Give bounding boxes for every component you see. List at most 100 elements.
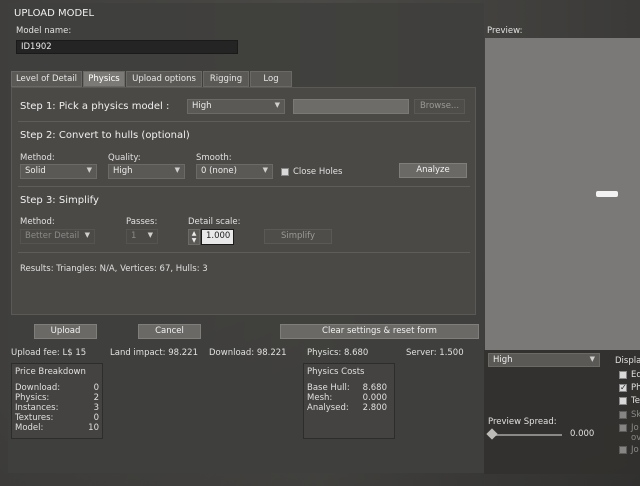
display-option-label: Jo	[631, 445, 639, 455]
preview-spread-label: Preview Spread:	[488, 417, 557, 427]
row-label: Instances:	[15, 403, 59, 413]
preview-label: Preview:	[487, 26, 523, 36]
chevron-down-icon: ▼	[274, 101, 280, 109]
physics-file-path	[293, 99, 409, 114]
upload-button[interactable]: Upload	[34, 324, 97, 339]
physics-model-dropdown[interactable]: High ▼	[187, 99, 285, 114]
model-name-input[interactable]: ID1902	[16, 40, 238, 54]
cancel-button[interactable]: Cancel	[138, 324, 201, 339]
land-impact: Land impact: 98.221	[110, 348, 198, 358]
physics-model-value: High	[192, 101, 212, 111]
row-label: Base Hull:	[307, 383, 350, 393]
display-joint-overrides-checkbox[interactable]	[619, 446, 627, 454]
physics-panel: Step 1: Pick a physics model : High ▼ Br…	[11, 87, 476, 315]
display-textures-checkbox[interactable]	[619, 397, 627, 405]
step2-title: Step 2: Convert to hulls (optional)	[20, 130, 190, 141]
row-value: 3	[93, 403, 99, 413]
row-value: 0	[93, 383, 99, 393]
row-value: 8.680	[362, 383, 387, 393]
server-cost: Server: 1.500	[406, 348, 464, 358]
display-physics-checkbox[interactable]	[619, 383, 627, 392]
row-label: Model:	[15, 423, 44, 433]
list-item: Textures: 0	[15, 413, 99, 423]
row-value: 10	[88, 423, 99, 433]
physics-cost: Physics: 8.680	[307, 348, 369, 358]
list-item: Physics: 2	[15, 393, 99, 403]
method-dropdown[interactable]: Solid ▼	[20, 164, 97, 179]
chevron-down-icon: ▼	[589, 355, 595, 363]
detail-scale-input[interactable]: 1.000	[201, 229, 234, 245]
method-label: Method:	[20, 153, 55, 163]
tab-log[interactable]: Log	[250, 71, 292, 87]
list-item: Model: 10	[15, 423, 99, 433]
list-item: Base Hull: 8.680	[307, 383, 387, 393]
step3-title: Step 3: Simplify	[20, 195, 99, 206]
display-option-label: Te	[631, 396, 640, 406]
row-label: Mesh:	[307, 393, 333, 403]
smooth-value: 0 (none)	[201, 166, 237, 176]
price-breakdown-title: Price Breakdown	[15, 367, 86, 377]
close-holes-checkbox[interactable]	[281, 168, 289, 176]
smooth-dropdown[interactable]: 0 (none) ▼	[196, 164, 273, 179]
download-cost: Download: 98.221	[209, 348, 287, 358]
results-text: Results: Triangles: N/A, Vertices: 67, H…	[20, 264, 208, 274]
display-option-label: ov	[631, 433, 640, 443]
preview-lod-value: High	[493, 355, 513, 365]
row-label: Download:	[15, 383, 61, 393]
display-edges-checkbox[interactable]	[619, 371, 627, 379]
simplify-button[interactable]: Simplify	[264, 229, 332, 244]
display-skin-checkbox[interactable]	[619, 411, 627, 419]
passes-value: 1	[131, 231, 137, 241]
display-option-label: Ph	[631, 383, 640, 393]
tab-level-of-detail[interactable]: Level of Detail	[11, 71, 82, 87]
quality-dropdown[interactable]: High ▼	[108, 164, 185, 179]
row-value: 2.800	[362, 403, 387, 413]
simplify-method-label: Method:	[20, 217, 55, 227]
display-joints-checkbox[interactable]	[619, 424, 627, 432]
physics-costs-title: Physics Costs	[307, 367, 365, 377]
row-value: 0	[93, 413, 99, 423]
row-label: Analysed:	[307, 403, 349, 413]
passes-dropdown[interactable]: 1 ▼	[126, 229, 158, 244]
divider	[18, 252, 470, 253]
detail-scale-label: Detail scale:	[188, 217, 241, 227]
list-item: Instances: 3	[15, 403, 99, 413]
preview-lod-dropdown[interactable]: High ▼	[488, 353, 600, 367]
preview-spread-value: 0.000	[570, 429, 595, 439]
display-option-label: Ed	[631, 370, 640, 380]
list-item: Download: 0	[15, 383, 99, 393]
preview-spread-slider-handle[interactable]	[486, 428, 498, 440]
spin-up-icon: ▲	[191, 230, 197, 237]
preview-spread-track	[490, 434, 562, 436]
analyze-button[interactable]: Analyze	[399, 163, 467, 178]
quality-label: Quality:	[108, 153, 141, 163]
smooth-label: Smooth:	[196, 153, 232, 163]
window-title: UPLOAD MODEL	[14, 8, 95, 19]
browse-button[interactable]: Browse...	[414, 99, 465, 114]
divider	[18, 121, 470, 122]
tab-rigging[interactable]: Rigging	[203, 71, 249, 87]
row-value: 0.000	[362, 393, 387, 403]
detail-scale-spinner[interactable]: ▲ ▼	[188, 229, 200, 245]
chevron-down-icon: ▼	[262, 166, 268, 174]
chevron-down-icon: ▼	[147, 231, 153, 239]
passes-label: Passes:	[126, 217, 158, 227]
chevron-down-icon: ▼	[86, 166, 92, 174]
physics-costs-panel: Physics Costs Base Hull: 8.680 Mesh: 0.000…	[303, 363, 395, 439]
divider	[18, 186, 470, 187]
price-breakdown-list: Download: 0 Physics: 2 Instances: 3 Texture…	[15, 383, 99, 433]
preview-viewport[interactable]	[485, 38, 640, 350]
simplify-method-dropdown[interactable]: Better Detail ▼	[20, 229, 95, 244]
display-option-label: Sk	[631, 410, 640, 420]
physics-costs-list: Base Hull: 8.680 Mesh: 0.000 Analysed: 2.80…	[307, 383, 387, 413]
row-label: Physics:	[15, 393, 50, 403]
clear-settings-button[interactable]: Clear settings & reset form	[280, 324, 479, 339]
chevron-down-icon: ▼	[174, 166, 180, 174]
upload-fee: Upload fee: L$ 15	[11, 348, 87, 358]
tab-physics[interactable]: Physics	[83, 71, 125, 87]
display-option-label: Jo	[631, 423, 639, 433]
simplify-method-value: Better Detail	[25, 231, 80, 241]
tab-upload-options[interactable]: Upload options	[126, 71, 202, 87]
model-name-label: Model name:	[16, 26, 72, 36]
list-item: Analysed: 2.800	[307, 403, 387, 413]
